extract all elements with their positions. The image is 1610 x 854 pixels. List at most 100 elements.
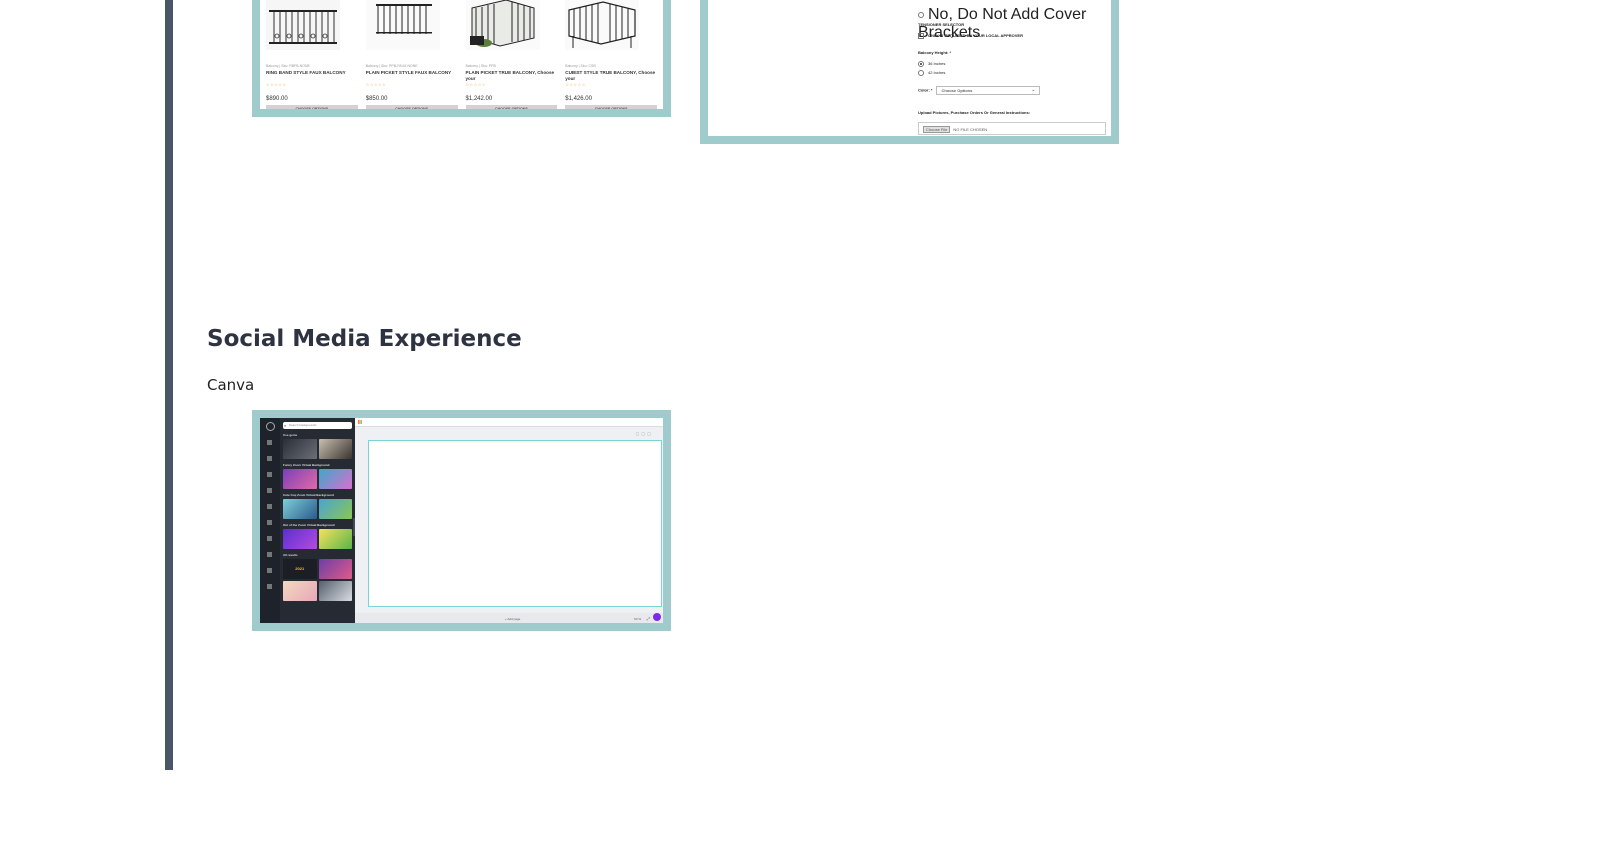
choose-file-button[interactable]: Choose File: [923, 126, 951, 133]
canva-thumb-row: [283, 529, 352, 549]
product-category: Balcony | Sku: PPB-FAUX-NONE: [365, 64, 418, 68]
canva-search-placeholder: Search backgrounds: [289, 423, 317, 427]
canva-topbar: [355, 418, 663, 427]
height-option-label: 36 Inches: [928, 61, 946, 67]
product-category: Balcony | Sku: RBFB-NONE: [266, 64, 310, 68]
bracket-radio[interactable]: [918, 11, 924, 18]
canva-section-title: All results: [283, 553, 298, 557]
template-thumb-2021[interactable]: 2021: [283, 559, 317, 579]
design-canvas[interactable]: [368, 440, 662, 607]
tensioner-option-row: ONLY IF REQUIRED BY YOUR LOCAL APPROVER: [918, 33, 1023, 39]
template-thumb[interactable]: [283, 469, 317, 489]
folders-icon[interactable]: [267, 568, 272, 573]
canva-screenshot: ⌕ Search backgrounds Use gems Funny Zoom…: [252, 410, 671, 631]
product-name[interactable]: CUBIST STYLE TRUE BALCONY, Choose your: [565, 70, 657, 82]
page-tools-icons[interactable]: ▢▢▢: [636, 431, 653, 436]
height-label: Balcony Height: *: [918, 50, 952, 55]
product-price: $890.00: [266, 96, 288, 102]
tensioner-checkbox[interactable]: [918, 33, 924, 39]
background-icon[interactable]: [267, 552, 272, 557]
template-thumb[interactable]: [318, 469, 352, 489]
product-card: Balcony | Sku: PPB PLAIN PICKET TRUE BAL…: [465, 0, 558, 109]
product-options-screenshot: No, Do Not Add Cover Brackets TENSIONER …: [700, 0, 1119, 144]
railing-image: [465, 0, 558, 50]
elements-icon[interactable]: [267, 440, 272, 445]
star-rating: ☆☆☆☆☆: [266, 82, 287, 87]
railing-image: [266, 0, 358, 50]
railing-image: [365, 0, 458, 50]
text-icon[interactable]: [267, 488, 272, 493]
canva-editor: ▢▢▢ + Add page 53 % ⤢: [355, 418, 663, 623]
star-rating: ☆☆☆☆☆: [365, 82, 387, 87]
videos-icon[interactable]: [267, 536, 272, 541]
product-price: $850.00: [365, 96, 388, 102]
canva-section-title: Funny Zoom Virtual Background: [283, 463, 330, 467]
product-category: Balcony | Sku: CSB: [565, 64, 596, 68]
product-name[interactable]: RING BAND STYLE FAUX BALCONY: [266, 70, 358, 82]
canva-section-title: Cute Coq Zoom Virtual Background: [283, 493, 334, 497]
product-card: Balcony | Sku: CSB CUBIST STYLE TRUE BAL…: [565, 0, 657, 109]
height-option-row: 36 Inches: [918, 61, 945, 67]
choose-options-button[interactable]: CHOOSE OPTIONS: [465, 105, 558, 109]
canva-bottom-bar: + Add page 53 % ⤢: [355, 613, 663, 623]
upload-label: Upload Pictures, Purchase Orders Or Gene…: [918, 110, 1031, 115]
product-price: $1,242.00: [465, 96, 493, 102]
product-name[interactable]: PLAIN PICKET STYLE FAUX BALCONY: [366, 70, 458, 82]
choose-options-button[interactable]: CHOOSE OPTIONS: [266, 105, 358, 109]
template-thumb[interactable]: [318, 559, 352, 579]
section-heading: Social Media Experience: [207, 326, 522, 352]
audio-icon[interactable]: [267, 520, 272, 525]
height-radio-42[interactable]: [918, 70, 924, 76]
uploads-icon[interactable]: [267, 456, 272, 461]
products-screenshot: Balcony | Sku: RBFB-NONE RING BAND STYLE…: [252, 0, 671, 117]
template-thumb[interactable]: [283, 581, 317, 601]
canva-thumb-row: 2021: [283, 559, 352, 579]
photos-icon[interactable]: [267, 472, 272, 477]
more-icon[interactable]: [267, 584, 272, 589]
height-option-row: 42 Inches: [918, 70, 945, 76]
color-row: Color: * Choose Options: [918, 86, 1041, 95]
color-select[interactable]: Choose Options: [936, 86, 1041, 95]
choose-options-button[interactable]: CHOOSE OPTIONS: [365, 105, 458, 109]
add-page-button[interactable]: + Add page: [505, 617, 520, 621]
height-option-label: 42 Inches: [928, 70, 946, 76]
product-card: Balcony | Sku: RBFB-NONE RING BAND STYLE…: [266, 0, 358, 109]
template-thumb[interactable]: [318, 499, 352, 519]
product-price: $1,426.00: [565, 96, 592, 102]
template-thumb[interactable]: [283, 529, 317, 549]
template-thumb[interactable]: [283, 439, 317, 459]
canva-section-title: Use gems: [283, 433, 298, 437]
height-radio-36[interactable]: [918, 61, 924, 67]
left-rule: [165, 0, 173, 770]
tool-name: Canva: [207, 376, 255, 394]
template-thumb[interactable]: [318, 581, 352, 601]
template-thumb[interactable]: [318, 529, 352, 549]
color-label: Color: *: [918, 87, 933, 93]
styles-icon[interactable]: [267, 504, 272, 509]
canva-thumb-row: [283, 469, 352, 489]
product-card: Balcony | Sku: PPB-FAUX-NONE PLAIN PICKE…: [365, 0, 458, 109]
canva-thumb-row: [283, 499, 352, 519]
file-status: NO FILE CHOSEN: [953, 127, 988, 132]
railing-image: [565, 0, 657, 50]
color-palette-icon[interactable]: [358, 420, 362, 424]
templates-icon[interactable]: [266, 422, 275, 431]
canva-thumb-row: [283, 439, 352, 459]
file-input[interactable]: Choose File NO FILE CHOSEN: [918, 122, 1106, 135]
tensioner-option-label: ONLY IF REQUIRED BY YOUR LOCAL APPROVER: [928, 33, 1023, 39]
star-rating: ☆☆☆☆☆: [465, 82, 486, 87]
search-icon: ⌕: [284, 423, 287, 428]
template-thumb[interactable]: [283, 499, 317, 519]
fullscreen-icon[interactable]: ⤢: [647, 616, 650, 621]
tensioner-label: TENSIONER SELECTOR: [918, 22, 965, 27]
canva-section-title: Out of the Zoom Virtual Background: [283, 523, 335, 527]
template-thumb[interactable]: [318, 439, 352, 459]
canva-sidebar-rail: [260, 418, 280, 623]
product-category: Balcony | Sku: PPB: [465, 64, 496, 68]
help-button[interactable]: [653, 613, 661, 621]
choose-options-button[interactable]: CHOOSE OPTIONS: [565, 105, 657, 109]
zoom-level[interactable]: 53 %: [634, 617, 641, 621]
canva-search-input[interactable]: ⌕ Search backgrounds: [283, 422, 352, 429]
product-name[interactable]: PLAIN PICKET TRUE BALCONY, Choose your: [466, 70, 558, 82]
star-rating: ☆☆☆☆☆: [565, 82, 586, 87]
